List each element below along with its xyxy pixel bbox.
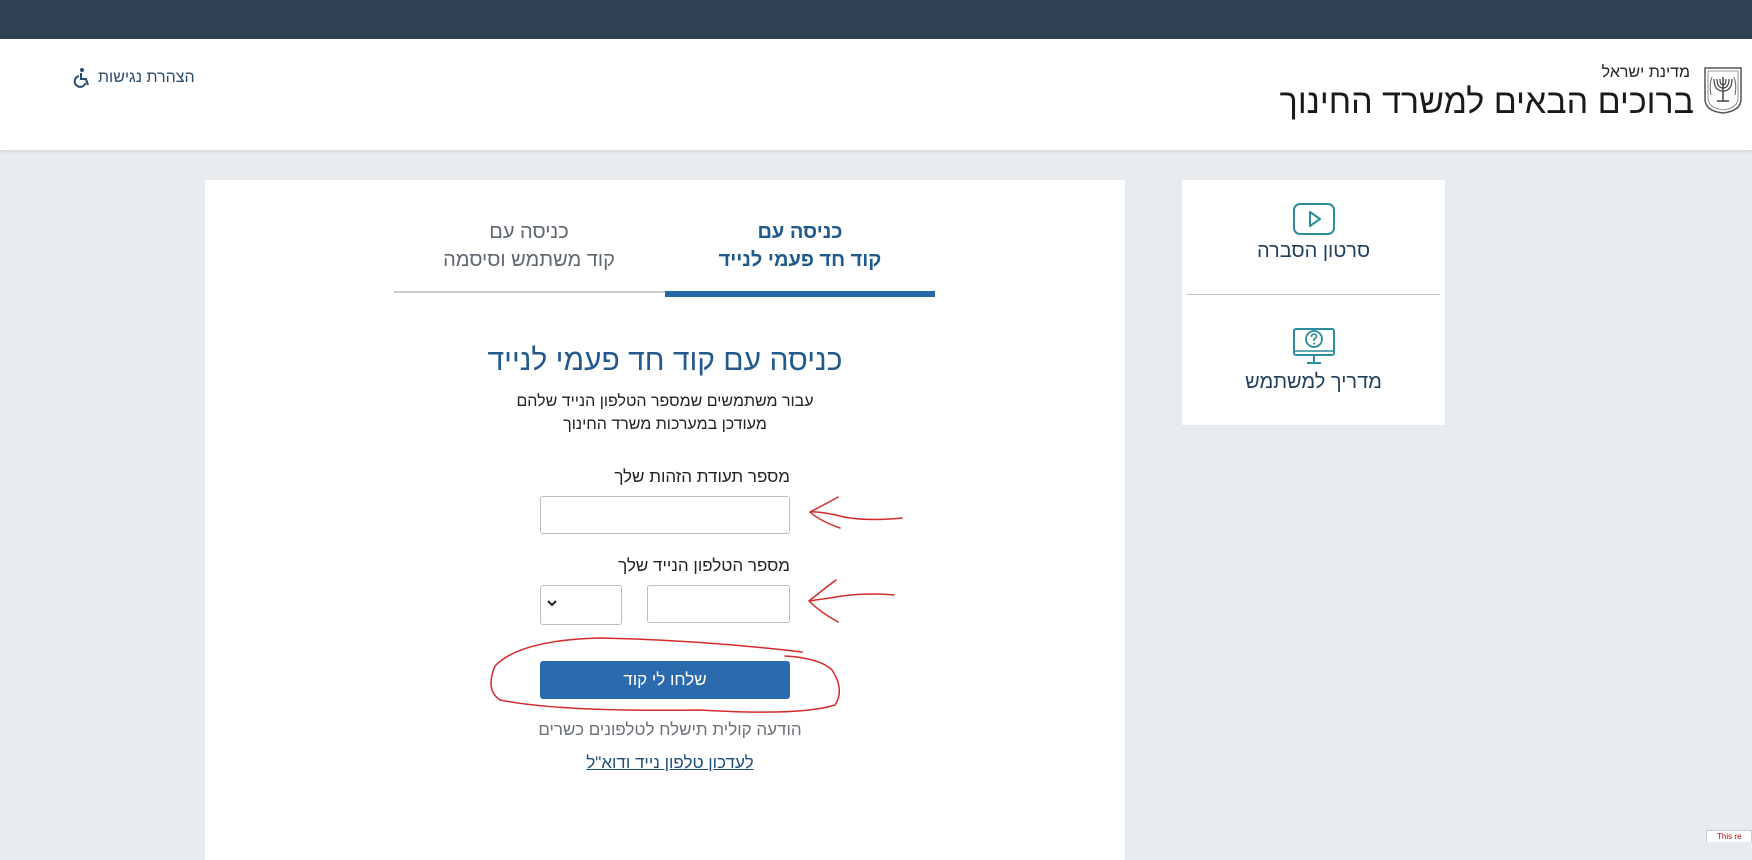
- id-number-input[interactable]: [540, 496, 790, 534]
- login-card: כניסה עם קוד משתמש וסיסמה כניסה עם קוד ח…: [205, 180, 1125, 860]
- login-method-tabs: כניסה עם קוד משתמש וסיסמה כניסה עם קוד ח…: [394, 218, 935, 297]
- explainer-video-link[interactable]: סרטון הסברה: [1182, 202, 1445, 292]
- phone-number-input[interactable]: [647, 585, 790, 623]
- user-guide-link[interactable]: מדריך למשתמש: [1182, 325, 1445, 415]
- voice-message-note: הודעה קולית תישלח לטלפונים כשרים: [538, 720, 802, 739]
- accessibility-label: הצהרת נגישות: [98, 69, 195, 86]
- tab-username-password[interactable]: כניסה עם קוד משתמש וסיסמה: [394, 218, 664, 293]
- top-bar: [0, 0, 1752, 39]
- phone-prefix-select[interactable]: [540, 585, 622, 625]
- send-code-button[interactable]: שלחו לי קוד: [540, 661, 790, 699]
- form-subtitle-line2: מעודכן במערכות משרד החינוך: [563, 416, 767, 433]
- update-phone-email-link[interactable]: לעדכון טלפון נייד ודוא"ל: [205, 753, 1125, 773]
- tab-one-time-code-line2: קוד חד פעמי לנייד: [718, 249, 882, 271]
- help-side-panel: סרטון הסברה מדריך למשתמש: [1182, 180, 1445, 425]
- explainer-video-label: סרטון הסברה: [1256, 240, 1371, 262]
- form-subtitle-line1: עבור משתמשים שמספר הטלפון הנייד שלהם: [516, 393, 814, 410]
- corner-badge: This re: [1706, 830, 1752, 842]
- side-panel-divider: [1187, 294, 1440, 295]
- page-title: ברוכים הבאים למשרד החינוך: [1279, 83, 1694, 121]
- site-header: הצהרת נגישות מדינת ישראל ברוכים הבאים למ…: [0, 39, 1752, 151]
- id-number-label: מספר תעודת הזהות שלך: [614, 467, 790, 486]
- monitor-help-icon: [1292, 328, 1335, 364]
- phone-number-label: מספר הטלפון הנייד שלך: [618, 556, 790, 575]
- tab-username-password-line1: כניסה עם: [489, 221, 569, 243]
- state-emblem-icon: [1704, 67, 1742, 114]
- accessibility-statement-link[interactable]: הצהרת נגישות: [72, 67, 195, 89]
- form-subtitle: עבור משתמשים שמספר הטלפון הנייד שלהם מעו…: [205, 390, 1125, 436]
- form-title: כניסה עם קוד חד פעמי לנייד: [487, 344, 843, 377]
- tab-one-time-code-line1: כניסה עם: [757, 221, 843, 243]
- chevron-down-icon: [547, 600, 557, 607]
- wheelchair-icon: [73, 68, 89, 88]
- state-name: מדינת ישראל: [1601, 64, 1690, 81]
- video-play-icon: [1292, 203, 1335, 235]
- user-guide-label: מדריך למשתמש: [1245, 371, 1382, 393]
- tab-username-password-line2: קוד משתמש וסיסמה: [443, 249, 615, 271]
- tab-one-time-code[interactable]: כניסה עם קוד חד פעמי לנייד: [665, 218, 935, 297]
